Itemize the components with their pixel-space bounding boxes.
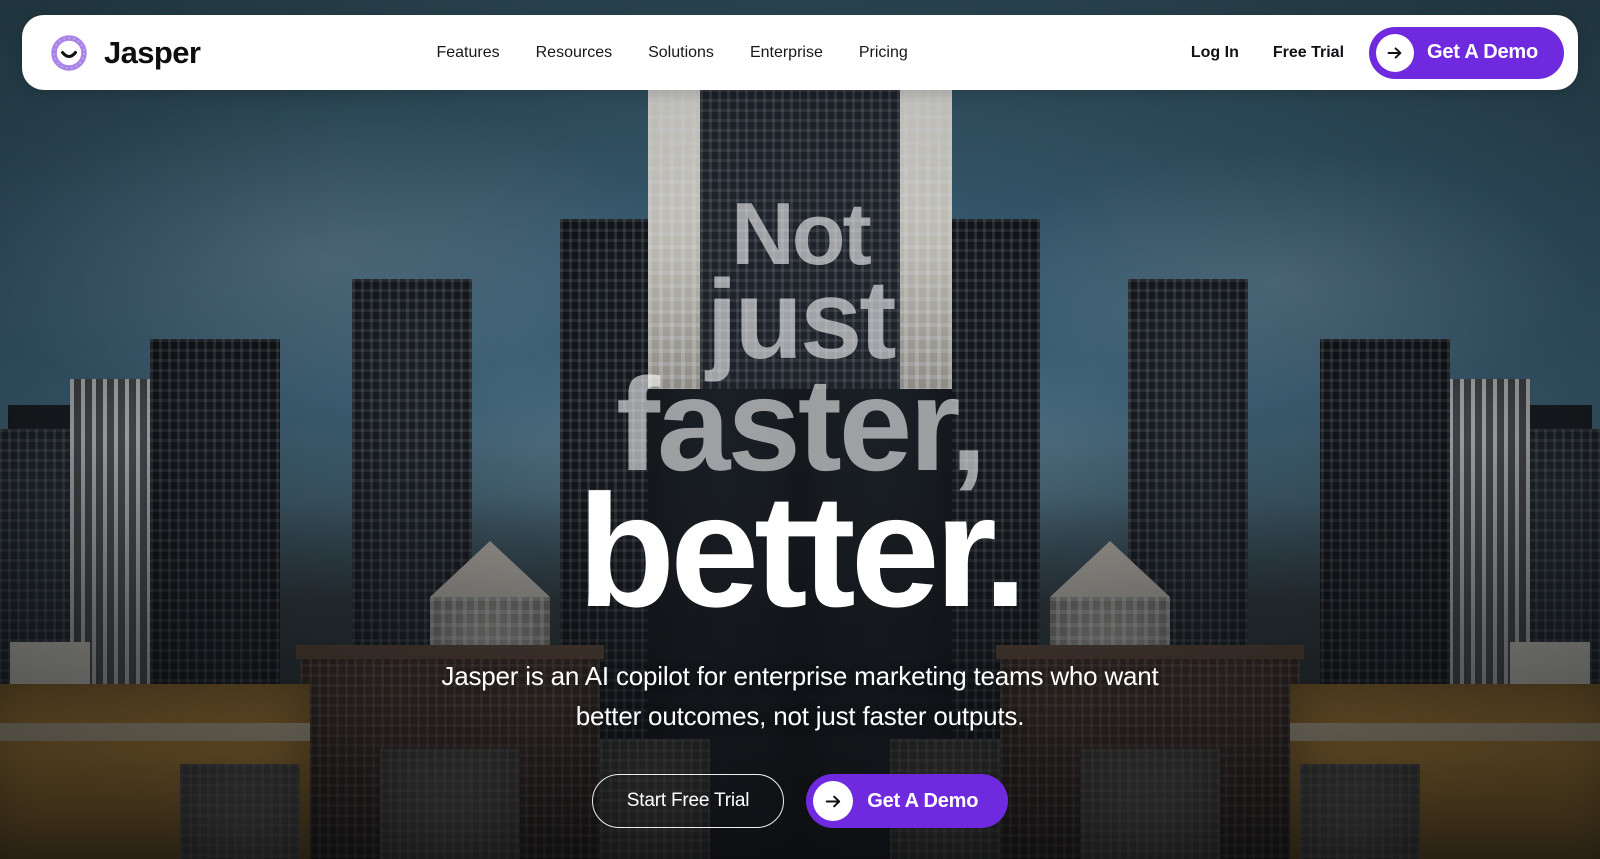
nav-link-features[interactable]: Features	[436, 44, 499, 62]
hero-cta-row: Start Free Trial Get A Demo	[591, 774, 1009, 829]
get-a-demo-label: Get A Demo	[867, 789, 979, 812]
arrow-right-icon	[813, 781, 854, 822]
hero-content: Not just faster, better. Jasper is an AI…	[0, 190, 1600, 829]
hero-subheadline: Jasper is an AI copilot for enterprise m…	[441, 661, 1159, 731]
nav-link-solutions[interactable]: Solutions	[648, 44, 714, 62]
login-link[interactable]: Log In	[1174, 44, 1256, 62]
nav-link-resources[interactable]: Resources	[536, 44, 612, 62]
start-free-trial-button[interactable]: Start Free Trial	[591, 774, 785, 829]
free-trial-link[interactable]: Free Trial	[1256, 44, 1361, 62]
nav-link-enterprise[interactable]: Enterprise	[750, 44, 823, 62]
get-a-demo-button-nav[interactable]: Get A Demo	[1369, 26, 1564, 79]
primary-nav-links: Features Resources Solutions Enterprise …	[170, 44, 1174, 62]
nav-actions: Log In Free Trial Get A Demo	[1174, 26, 1564, 79]
jasper-smile-ring-icon	[48, 32, 90, 74]
page-title: Not just faster, better.	[577, 190, 1027, 640]
get-a-demo-label: Get A Demo	[1427, 41, 1538, 63]
get-a-demo-button-hero[interactable]: Get A Demo	[806, 774, 1009, 829]
hero-section: Jasper Features Resources Solutions Ente…	[0, 0, 1600, 859]
nav-link-pricing[interactable]: Pricing	[859, 44, 908, 62]
top-navigation-bar: Jasper Features Resources Solutions Ente…	[22, 15, 1578, 90]
headline-line-4: better.	[577, 460, 1027, 640]
arrow-right-icon	[1376, 33, 1415, 72]
